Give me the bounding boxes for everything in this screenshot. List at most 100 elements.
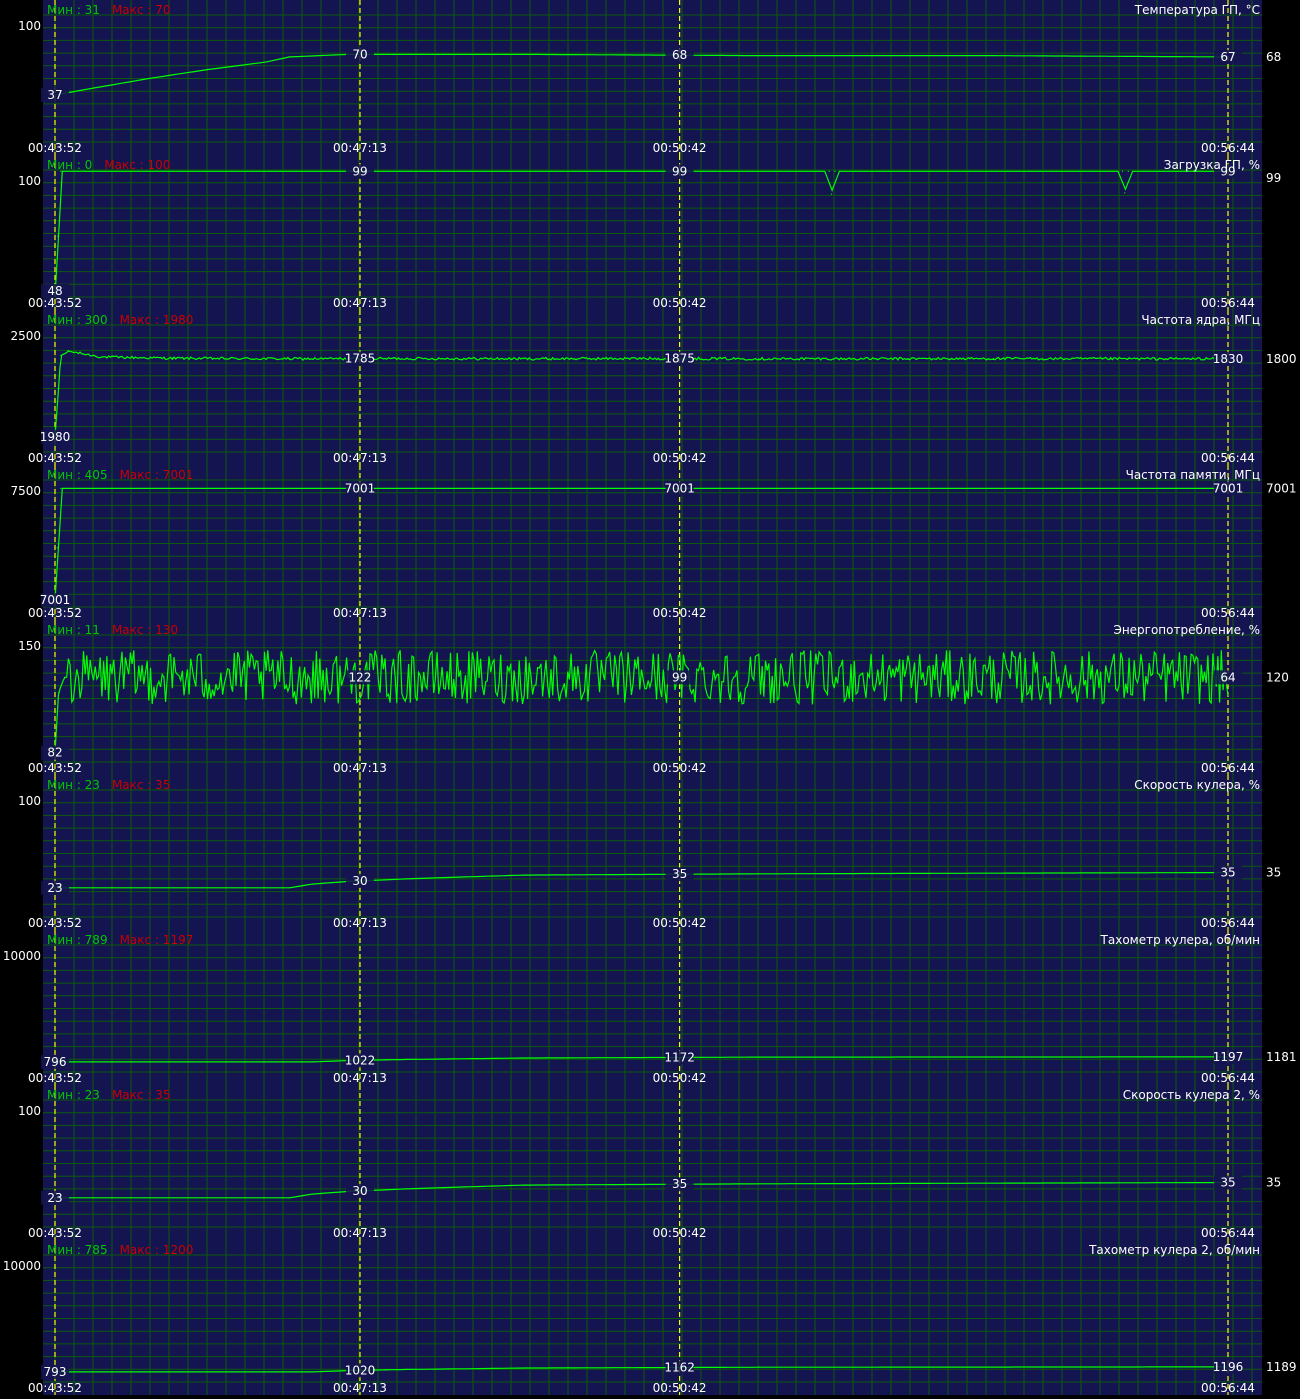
min-max-header: Мин : 300 Макс : 1980 [47,313,193,327]
min-max-header: Мин : 405 Макс : 7001 [47,468,193,482]
data-point [523,358,525,360]
marker-value-label: 1020 [345,1363,376,1377]
graph-title: Частота ядра, МГц [1141,313,1260,327]
data-point [63,676,65,678]
data-point [60,487,62,490]
marker-value-label: 64 [1220,670,1235,684]
max-label: Макс : 7001 [120,468,194,482]
marker-value-label: 30 [352,1184,367,1198]
data-point [1124,192,1126,194]
data-point [206,69,209,71]
y-max-label: 7500 [10,484,41,498]
marker-value-label: 1022 [345,1053,376,1067]
marker-value-label: 82 [47,746,62,760]
data-point [875,358,877,360]
marker-value-label: 1162 [664,1361,695,1375]
time-tick-label: 00:56:44 [1201,296,1255,310]
current-value-label: 1800 [1266,352,1297,366]
time-tick-label: 00:50:42 [653,916,707,930]
data-point [758,1183,760,1185]
time-tick-label: 00:43:52 [28,916,82,930]
data-point [441,1368,443,1370]
graph-panel[interactable]: 1980 1785 1875 1830 00:43:52 00:47:13 00:50:42… [10,310,1297,465]
time-tick-label: 00:50:42 [653,606,707,620]
time-tick-label: 00:56:44 [1201,1071,1255,1085]
time-tick-label: 00:43:52 [28,1381,82,1395]
time-tick-label: 00:56:44 [1201,451,1255,465]
data-point [758,1366,760,1368]
marker-value-label: 67 [1220,50,1235,64]
time-tick-label: 00:56:44 [1201,1226,1255,1240]
min-label: Мин : 789 [47,933,108,947]
time-tick-label: 00:50:42 [653,761,707,775]
graph-panel[interactable]: 23 30 35 35 00:43:52 00:47:13 00:50:42 00:56:44… [18,775,1281,930]
marker-value-label: 7001 [345,481,376,495]
data-point [441,1187,443,1189]
data-point [758,358,760,360]
graph-panel[interactable]: 23 30 35 35 00:43:52 00:47:13 00:50:42 00:56:44… [18,1085,1281,1240]
current-value-label: 68 [1266,50,1281,64]
marker-value-label: 99 [672,670,687,684]
time-tick-label: 00:43:52 [28,296,82,310]
marker-value-label: 23 [47,1191,62,1205]
graph-title: Частота памяти, МГц [1126,468,1260,482]
max-label: Макс : 1197 [120,933,194,947]
min-label: Мин : 785 [47,1243,108,1257]
min-max-header: Мин : 11 Макс : 130 [47,623,178,637]
marker-value-label: 35 [1220,866,1235,880]
time-tick-label: 00:43:52 [28,1226,82,1240]
marker-value-label: 1197 [1213,1050,1244,1064]
min-max-header: Мин : 789 Макс : 1197 [47,933,193,947]
time-tick-label: 00:56:44 [1201,141,1255,155]
graph-panel[interactable]: 793 1020 1162 1196 00:43:52 00:47:13 00:50:42 0… [3,1240,1297,1395]
data-point [89,88,91,90]
data-point [640,357,643,360]
marker-value-label: 35 [672,867,687,881]
time-tick-label: 00:47:13 [333,916,387,930]
graph-panel[interactable]: 7001 7001 7001 7001 00:43:52 00:47:13 00:50:42… [10,465,1297,620]
marker-value-label: 35 [672,1177,687,1191]
data-point [289,887,291,889]
time-tick-label: 00:47:13 [333,606,387,620]
time-tick-label: 00:56:44 [1201,761,1255,775]
max-label: Макс : 70 [112,3,171,17]
data-point [441,877,443,879]
min-label: Мин : 0 [47,158,92,172]
graph-panel[interactable]: 37 70 68 67 00:43:52 00:47:13 00:50:42 00:56:44… [18,0,1281,155]
data-point [523,1184,525,1186]
marker-value-label: 1980 [40,430,71,444]
data-point [312,1371,314,1373]
min-label: Мин : 405 [47,468,108,482]
data-point [758,1056,760,1058]
time-tick-label: 00:50:42 [653,1071,707,1085]
time-tick-label: 00:43:52 [28,606,82,620]
current-value-label: 7001 [1266,481,1297,495]
max-label: Макс : 1200 [120,1243,194,1257]
data-point [406,1058,408,1061]
graph-panel[interactable]: 82 122 99 64 00:43:52 00:47:13 00:50:42 00:56:4… [18,620,1289,775]
data-point [523,874,525,876]
marker-value-label: 1196 [1213,1360,1244,1374]
time-tick-label: 00:43:52 [28,451,82,465]
marker-value-label: 37 [47,88,62,102]
time-tick-label: 00:47:13 [333,1381,387,1395]
data-point [148,77,150,80]
data-point [830,193,833,195]
graph-title: Температура ГП, °C [1134,3,1260,17]
data-point [406,357,408,360]
y-max-label: 150 [18,639,41,653]
data-point [523,1057,525,1059]
time-tick-label: 00:50:42 [653,296,707,310]
data-point [992,358,995,360]
data-point [289,358,291,360]
graph-panel[interactable]: 4899 99 9900:43:52 00:47:13 00:50:42 00:56:44… [18,155,1281,310]
graph-title: Скорость кулера, % [1134,778,1260,792]
data-point [60,354,62,357]
y-max-label: 10000 [3,949,41,963]
graph-panel[interactable]: 796 1022 1172 1197 00:43:52 00:47:13 00:50:42 0… [3,930,1297,1085]
min-label: Мин : 11 [47,623,100,637]
marker-value-label: 1875 [664,352,695,366]
data-point [441,1058,443,1060]
marker-value-label: 793 [44,1365,67,1379]
min-max-header: Мин : 0 Макс : 100 [47,158,170,172]
